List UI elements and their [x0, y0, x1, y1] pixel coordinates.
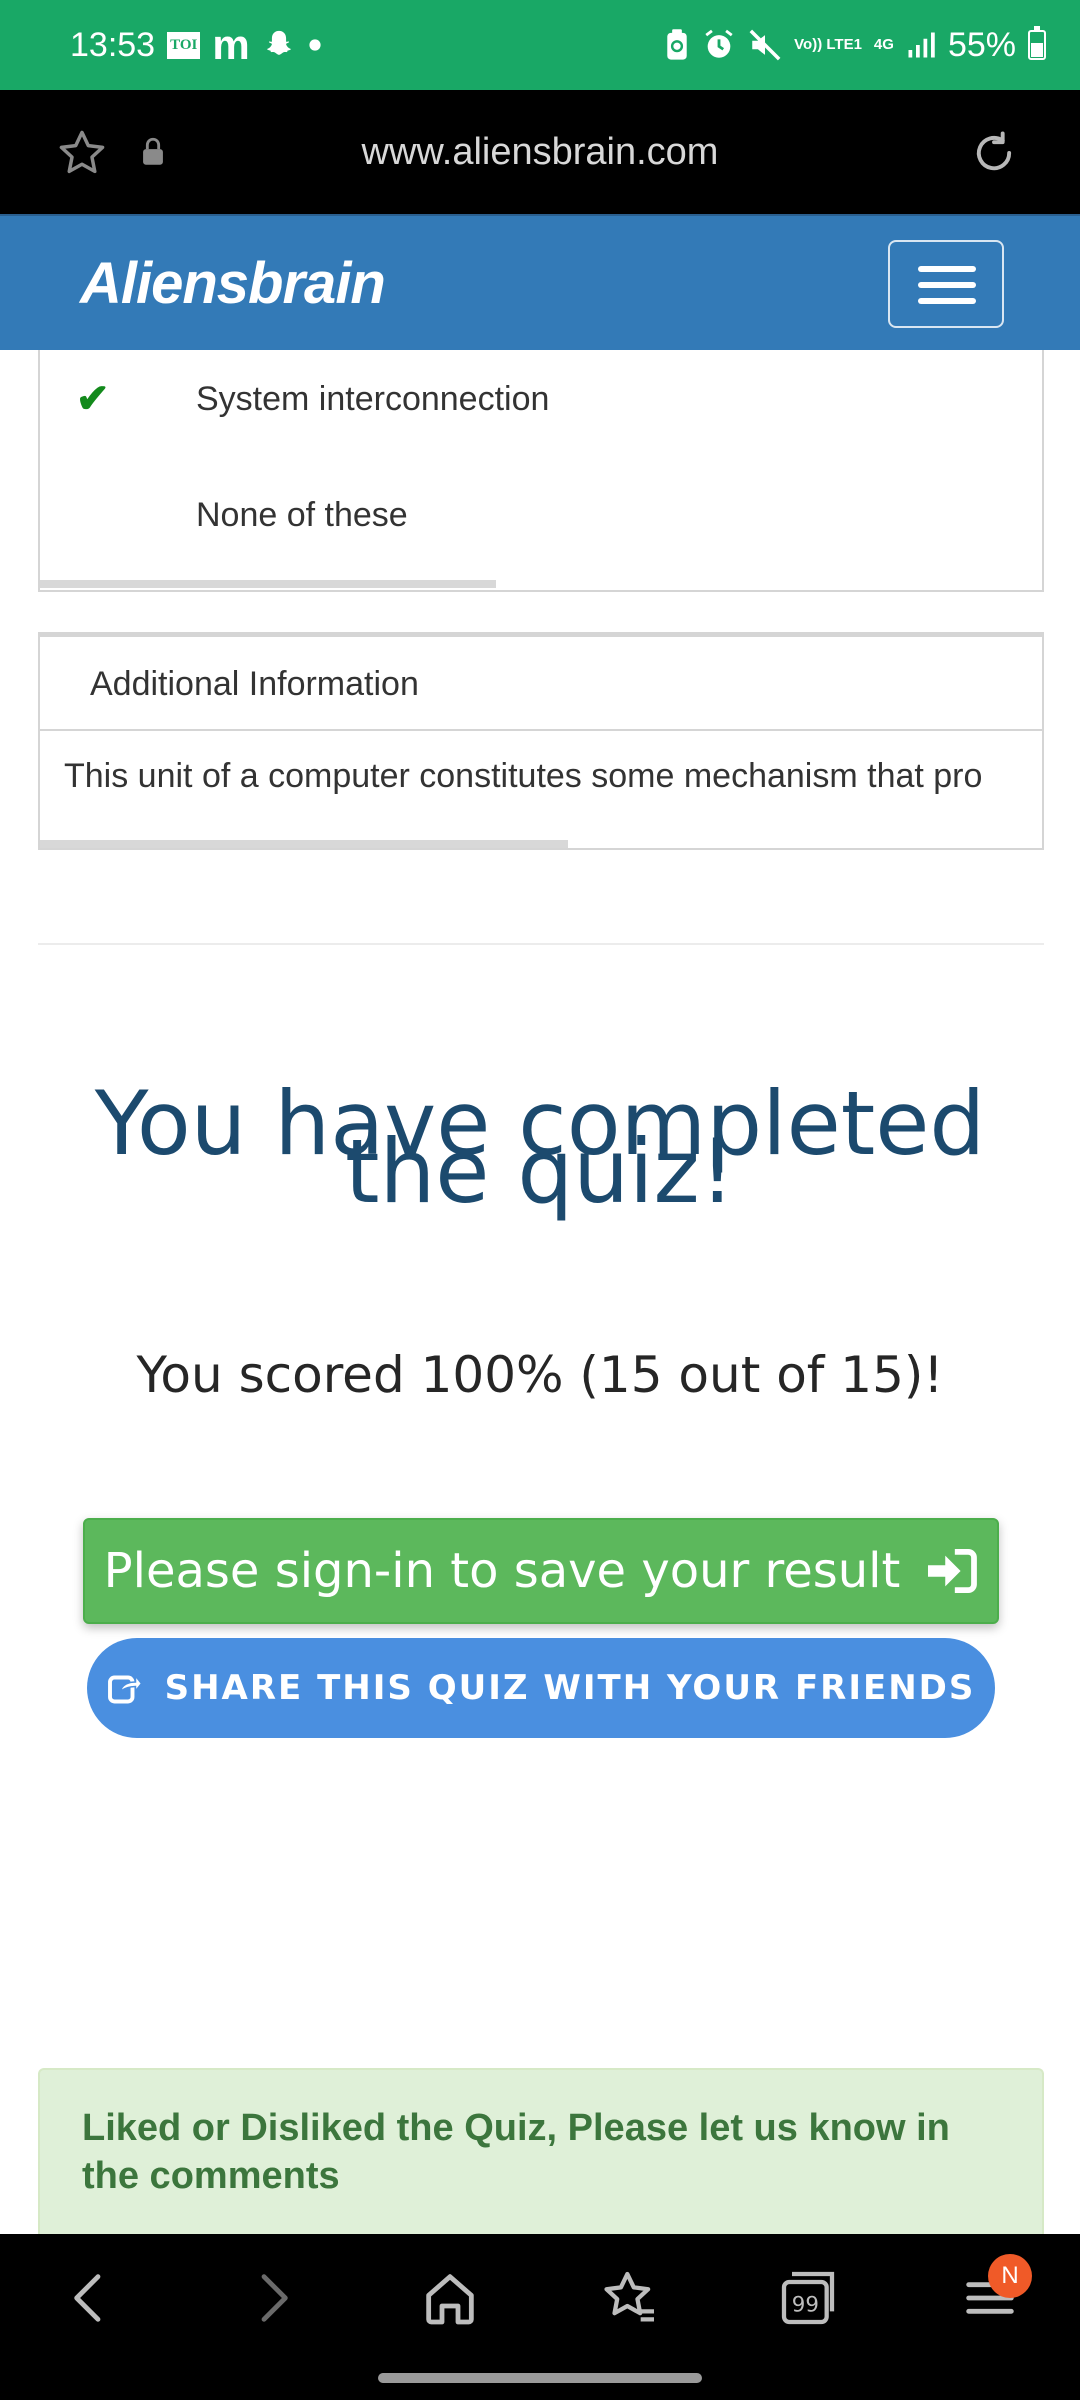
answer-option: ✔ System interconnection	[40, 350, 1042, 450]
answer-options-panel: ✔ System interconnection None of these	[38, 350, 1044, 592]
sign-in-label: Please sign-in to save your result	[103, 1543, 901, 1599]
score-text: You scored 100% (15 out of 15)!	[136, 1346, 944, 1404]
notification-badge: N	[988, 2254, 1032, 2298]
svg-text:99: 99	[792, 2292, 819, 2317]
brand-logo[interactable]: Aliensbrain	[80, 250, 386, 317]
additional-info-title: Additional Information	[40, 637, 1042, 731]
battery-saver-icon	[667, 29, 687, 60]
status-right: Vo)) LTE1 4G 55%	[664, 0, 1046, 90]
url-bar[interactable]: www.aliensbrain.com	[0, 90, 1080, 214]
horizontal-scrollbar[interactable]	[40, 840, 568, 848]
battery-percent: 55%	[947, 25, 1016, 64]
status-bar: 13:53 TOI m Vo)) LTE1 4G 55%	[0, 0, 1080, 90]
battery-icon	[1028, 26, 1046, 60]
bookmarks-icon[interactable]	[598, 2266, 662, 2330]
checkmark-icon: ✔	[76, 377, 110, 421]
network-label: Vo)) LTE1	[794, 36, 862, 53]
site-navbar: Aliensbrain	[0, 214, 1080, 350]
browser-bar: www.aliensbrain.com	[0, 90, 1080, 214]
forward-icon[interactable]	[240, 2266, 304, 2330]
additional-info-body: This unit of a computer constitutes some…	[64, 757, 983, 795]
sign-in-button[interactable]: Please sign-in to save your result	[83, 1518, 999, 1624]
reload-icon[interactable]	[968, 127, 1020, 179]
additional-info-panel: Additional Information This unit of a co…	[38, 632, 1044, 850]
comments-notice: Liked or Disliked the Quiz, Please let u…	[38, 2068, 1044, 2240]
mute-icon	[749, 29, 781, 61]
back-icon[interactable]	[58, 2266, 122, 2330]
share-label: SHARE THIS QUIZ WITH YOUR FRIENDS	[164, 1668, 976, 1708]
answer-option: None of these	[40, 466, 1042, 566]
network-type: 4G	[873, 36, 894, 53]
completion-heading: You have completed the quiz!	[94, 1072, 986, 1223]
signal-icon	[908, 32, 935, 58]
status-left: 13:53 TOI m	[70, 0, 322, 90]
status-time: 13:53	[70, 25, 156, 64]
sign-in-icon	[928, 1548, 978, 1594]
share-quiz-button[interactable]: SHARE THIS QUIZ WITH YOUR FRIENDS	[87, 1638, 995, 1738]
tabs-icon[interactable]: 99	[776, 2266, 840, 2330]
answer-option-label: System interconnection	[196, 380, 550, 418]
hamburger-icon[interactable]	[888, 240, 1004, 328]
alarm-icon	[705, 29, 733, 58]
home-indicator[interactable]	[378, 2373, 702, 2383]
m-icon: m	[212, 21, 250, 68]
dot-icon	[309, 39, 321, 51]
divider	[38, 943, 1044, 945]
home-icon[interactable]	[418, 2266, 482, 2330]
toi-icon: TOI	[167, 31, 201, 59]
snapchat-icon	[266, 30, 291, 55]
answer-option-label: None of these	[196, 496, 408, 534]
share-icon	[107, 1673, 143, 1704]
horizontal-scrollbar[interactable]	[40, 580, 496, 588]
